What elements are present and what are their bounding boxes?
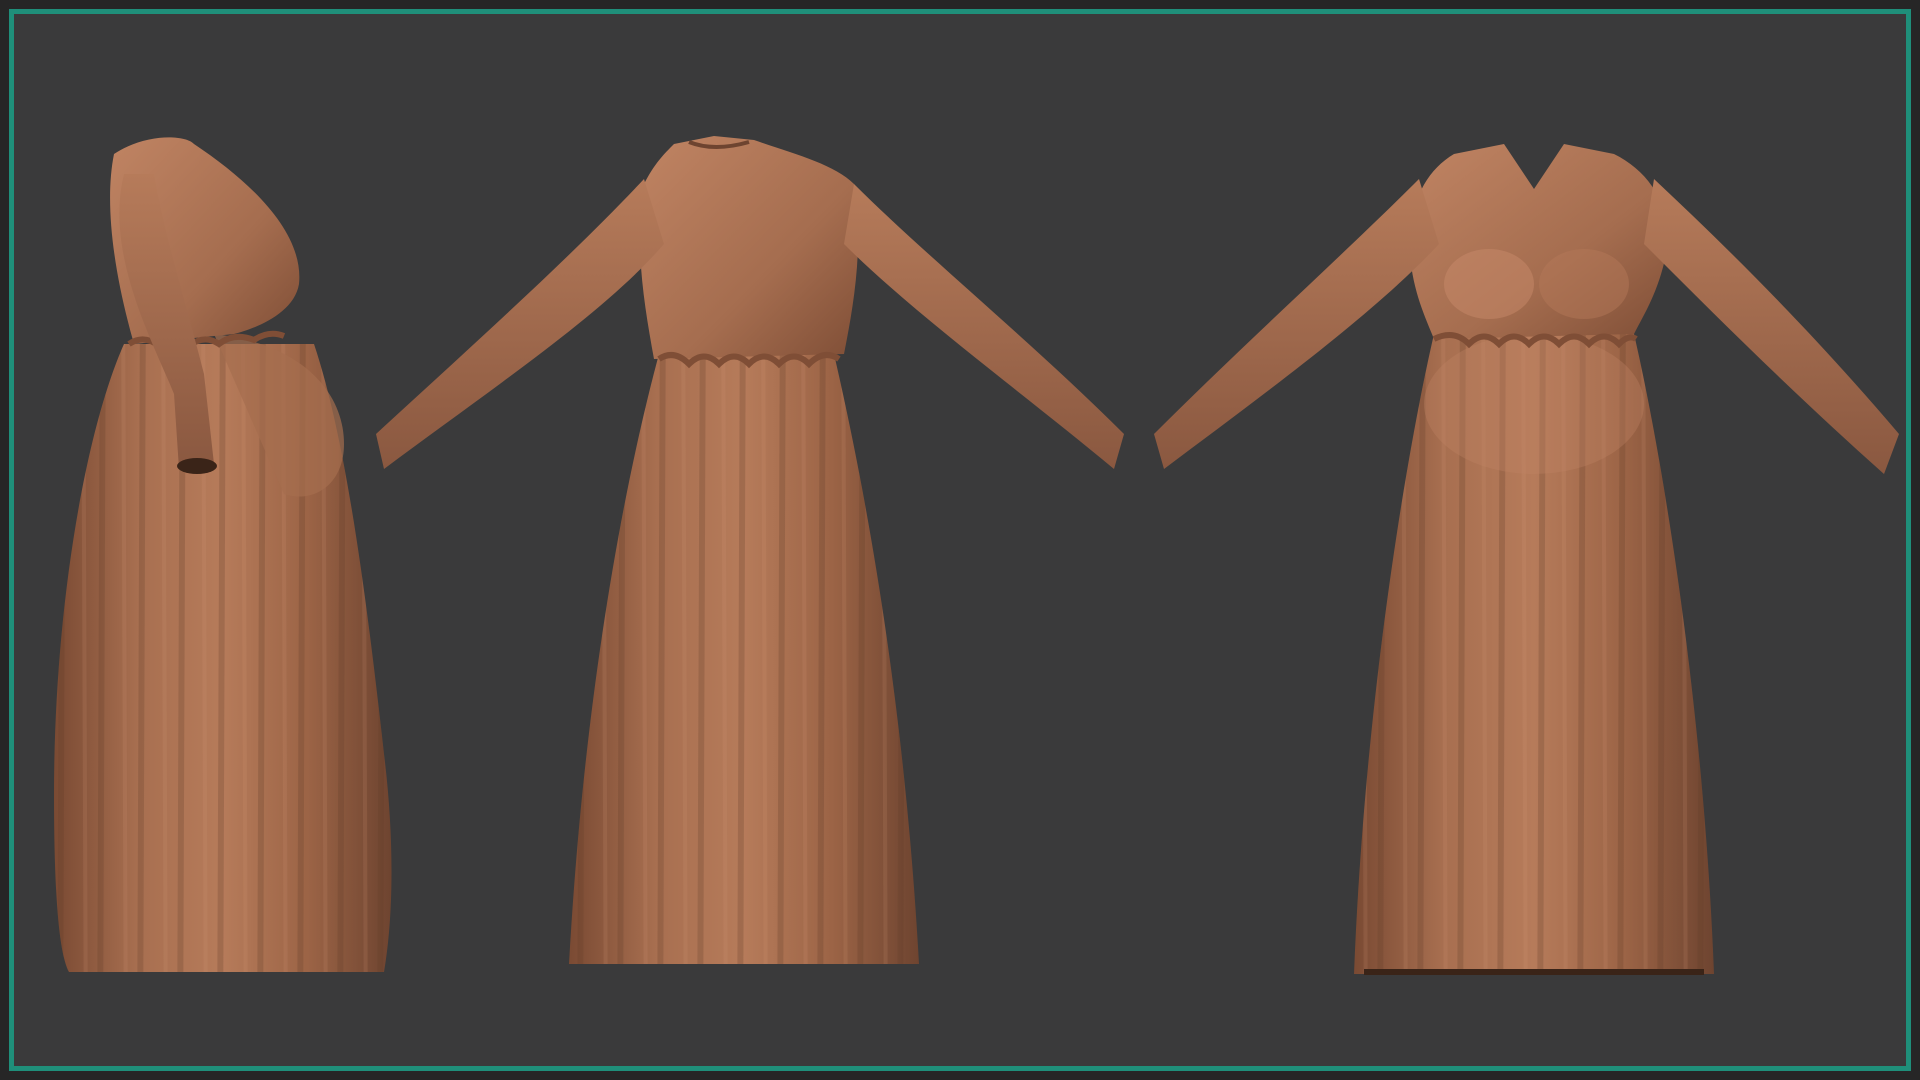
viewport-border [9, 9, 1911, 1071]
dress-side-view [54, 137, 392, 972]
dress-front-view [1154, 144, 1899, 975]
dress-render-scene [54, 136, 1899, 975]
render-frame [0, 0, 1920, 1080]
dress-back-view [376, 136, 1124, 964]
render-viewport [14, 14, 1906, 1066]
